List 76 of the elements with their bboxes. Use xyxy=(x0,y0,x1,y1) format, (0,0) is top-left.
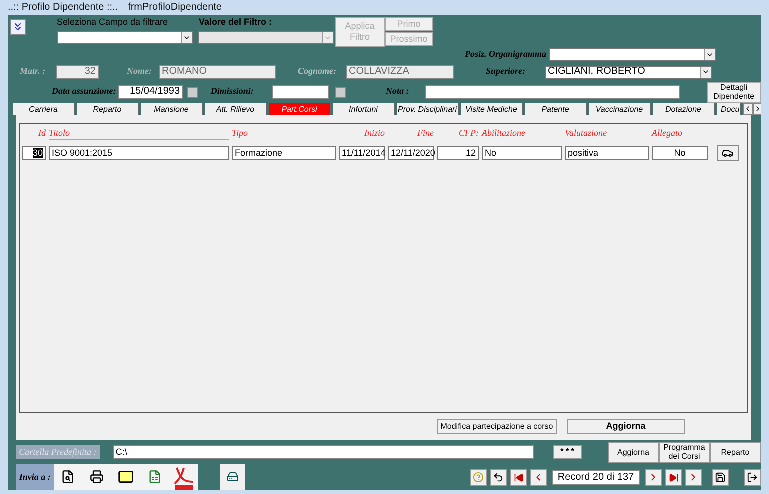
tab[interactable]: Part.Corsi xyxy=(269,103,331,115)
table-cell[interactable]: Formazione xyxy=(232,146,336,160)
column-header: Titolo xyxy=(49,128,229,140)
column-header: CFP: xyxy=(458,128,479,140)
side-button[interactable]: Aggiorna xyxy=(608,442,659,462)
next-record-icon[interactable] xyxy=(645,469,662,486)
column-header: Inizio xyxy=(363,128,385,140)
matr-label: Matr. : xyxy=(20,65,47,78)
filter-value-label: Valore del Filtro : xyxy=(199,17,274,28)
table-cell[interactable]: No xyxy=(652,146,708,160)
nome-field[interactable]: ROMANO xyxy=(159,65,276,79)
calendar-icon[interactable] xyxy=(335,86,346,98)
nota-field[interactable] xyxy=(425,85,680,99)
matr-field[interactable]: 32 xyxy=(56,65,99,79)
tab-scroll-right-icon[interactable] xyxy=(753,103,761,115)
first-record-icon[interactable] xyxy=(510,469,527,486)
nome-label: Nome: xyxy=(127,65,153,78)
posiz-combo[interactable] xyxy=(549,48,716,61)
superiore-combo[interactable]: CIGLIANI, ROBERTO xyxy=(545,66,712,78)
cognome-field[interactable]: COLLAVIZZA xyxy=(346,65,454,79)
tab-scroll-left-icon[interactable] xyxy=(743,103,753,115)
tab[interactable]: Carriera xyxy=(13,103,75,115)
column-header: Id xyxy=(38,128,46,140)
tab[interactable]: Dotazione xyxy=(653,103,715,115)
assunzione-field[interactable]: 15/04/1993 xyxy=(118,85,184,99)
nota-label: Nota : xyxy=(386,85,410,98)
menu-icon[interactable] xyxy=(10,19,26,35)
side-button[interactable]: Programma dei Corsi xyxy=(659,442,710,462)
tab[interactable]: Docu xyxy=(717,103,741,115)
tab[interactable]: Vaccinazione xyxy=(589,103,651,115)
tab[interactable]: Infortuni xyxy=(333,103,395,115)
tab[interactable]: Prov. Disciplinari xyxy=(397,103,459,115)
table-cell[interactable]: 12 xyxy=(437,146,479,160)
folder-path-field[interactable]: C:\ xyxy=(112,445,534,459)
side-button[interactable]: Reparto xyxy=(710,442,761,462)
assunzione-label: Data assunzione: xyxy=(52,85,118,98)
record-counter: Record 20 di 137 xyxy=(552,470,640,485)
table-cell[interactable]: ISO 9001:2015 xyxy=(49,146,229,160)
table-cell[interactable]: 30 xyxy=(22,146,46,160)
table-cell[interactable]: positiva xyxy=(565,146,649,160)
column-header: Fine xyxy=(416,128,434,140)
posiz-label: Posiz. Organigramma xyxy=(465,48,547,61)
calendar-icon[interactable] xyxy=(187,86,198,98)
last-record-icon[interactable] xyxy=(665,469,682,486)
filter-field-label: Seleziona Campo da filtrare xyxy=(57,17,170,28)
browse-button[interactable]: * * * xyxy=(553,445,582,459)
send-to-label: Invia a : xyxy=(16,464,54,490)
car-icon[interactable] xyxy=(717,145,739,161)
column-header: Tipo xyxy=(232,128,250,140)
modify-participation-button[interactable]: Modifica partecipazione a corso xyxy=(437,419,557,434)
undo-icon[interactable] xyxy=(490,469,507,486)
table-cell[interactable]: No xyxy=(482,146,562,160)
tab[interactable]: Reparto xyxy=(77,103,139,115)
table-cell[interactable]: 11/11/2014 xyxy=(339,146,385,160)
superiore-label: Superiore: xyxy=(486,65,527,78)
update-button[interactable]: Aggiorna xyxy=(567,419,685,434)
cognome-label: Cognome: xyxy=(298,65,338,78)
save-icon[interactable] xyxy=(712,469,729,486)
tab[interactable]: Att. Rilievo xyxy=(205,103,267,115)
form-name: frmProfiloDipendente xyxy=(128,1,222,15)
folder-label: Cartella Predefinita : xyxy=(16,445,100,459)
previous-record-icon[interactable] xyxy=(530,469,547,486)
dimissioni-label: Dimissioni: xyxy=(210,85,255,98)
dimissioni-field[interactable] xyxy=(272,85,330,99)
column-header: Allegato xyxy=(652,128,684,140)
exit-icon[interactable] xyxy=(744,469,761,486)
tab[interactable]: Mansione xyxy=(141,103,203,115)
new-record-icon[interactable] xyxy=(685,469,702,486)
tab[interactable]: Patente xyxy=(525,103,587,115)
table-cell[interactable]: 12/11/2020 xyxy=(388,146,434,160)
tab[interactable]: Visite Mediche xyxy=(461,103,523,115)
filter-field-combo[interactable] xyxy=(57,31,193,44)
window-title: ..:: Profilo Dipendente ::.. xyxy=(8,1,118,15)
details-button[interactable]: Dettagli Dipendente xyxy=(707,82,761,102)
column-header: Valutazione xyxy=(565,128,608,140)
column-header: Abilitazione xyxy=(482,128,526,140)
